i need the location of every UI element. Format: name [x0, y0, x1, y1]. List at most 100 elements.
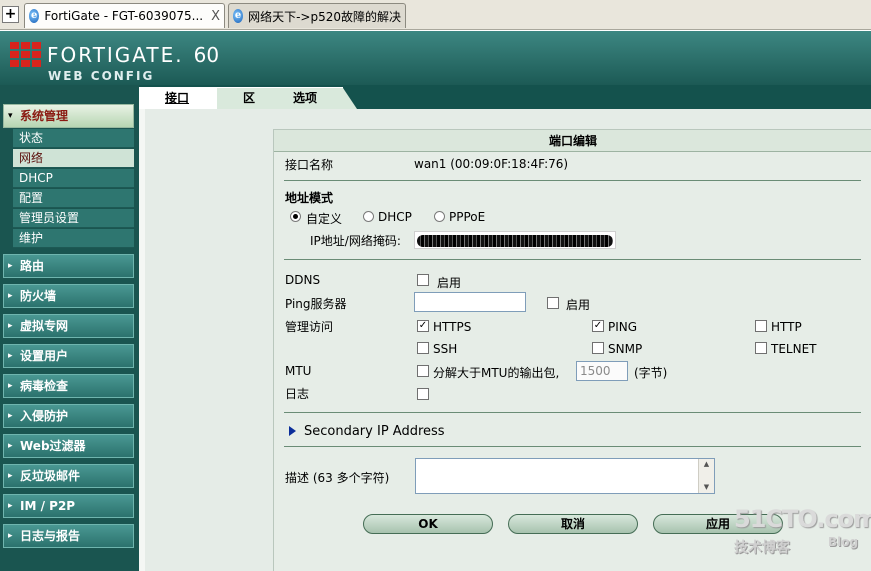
sidebar-section-router[interactable]: ▸ 路由 — [3, 254, 134, 278]
sidebar-item-maintenance[interactable]: 维护 — [13, 229, 134, 248]
ddns-enable-label: 启用 — [437, 276, 462, 290]
sidebar-section-label: 病毒检查 — [20, 379, 69, 393]
mode-dhcp-label: DHCP — [378, 210, 412, 224]
browser-tab-label: 网络天下->p520故障的解决 — [248, 9, 401, 24]
interface-name-value: wan1 (00:09:0F:18:4F:76) — [414, 157, 569, 171]
sidebar-section-label: 日志与报告 — [20, 529, 81, 543]
chevron-right-icon: ▸ — [8, 441, 13, 451]
tab-options[interactable]: 选项 — [267, 87, 357, 109]
ddns-checkbox[interactable] — [417, 274, 429, 286]
tab-interface[interactable]: 接口 — [139, 87, 231, 109]
watermark-blog: Blog — [828, 535, 859, 549]
ssh-checkbox[interactable] — [417, 342, 429, 354]
sidebar-item-admin[interactable]: 管理员设置 — [13, 209, 134, 228]
watermark-tagline: 技术博客 — [734, 540, 790, 556]
description-label: 描述 (63 多个字符) — [285, 471, 390, 485]
sidebar-section-user[interactable]: ▸ 设置用户 — [3, 344, 134, 368]
http-label: HTTP — [771, 320, 802, 334]
redacted-value — [417, 235, 613, 247]
sidebar-section-label: 路由 — [20, 259, 45, 273]
browser-tab-strip: + e FortiGate - FGT-6039075... X e 网络天下-… — [0, 0, 871, 30]
mtu-label: MTU — [285, 364, 312, 378]
ping-server-label: Ping服务器 — [285, 297, 347, 311]
scroll-down-icon[interactable]: ▼ — [699, 482, 714, 493]
fortigate-logo: FORTIGATE. 60 — [10, 42, 219, 67]
browser-tab-network[interactable]: e 网络天下->p520故障的解决 — [228, 3, 406, 28]
mode-pppoe-radio[interactable] — [434, 211, 445, 222]
secondary-ip-link[interactable]: Secondary IP Address — [304, 424, 445, 439]
textarea-scrollbar[interactable]: ▲ ▼ — [698, 459, 714, 493]
mode-manual-label: 自定义 — [306, 212, 343, 226]
chevron-right-icon: ▸ — [8, 501, 13, 511]
log-checkbox[interactable] — [417, 388, 429, 400]
mtu-checkbox[interactable] — [417, 365, 429, 377]
ddns-label: DDNS — [285, 273, 321, 287]
close-tab-icon[interactable]: X — [211, 9, 220, 24]
ping-enable-checkbox[interactable] — [547, 297, 559, 309]
browser-tab-label: FortiGate - FGT-6039075... — [44, 9, 204, 23]
divider — [284, 412, 861, 413]
ping-server-input[interactable] — [414, 292, 526, 312]
new-tab-button[interactable]: + — [2, 6, 19, 23]
sidebar: ▾ 系统管理 状态 网络 DHCP 配置 管理员设置 维护 ▸ 路由 ▸ 防火墙 ▸… — [0, 85, 139, 571]
ip-netmask-label: IP地址/网络掩码: — [310, 234, 401, 248]
sidebar-section-antispam[interactable]: ▸ 反垃圾邮件 — [3, 464, 134, 488]
sidebar-section-system[interactable]: ▾ 系统管理 — [3, 104, 134, 128]
chevron-right-icon: ▸ — [8, 351, 13, 361]
sidebar-section-ips[interactable]: ▸ 入侵防护 — [3, 404, 134, 428]
scroll-track[interactable] — [699, 470, 714, 482]
ie-page-icon: e — [29, 9, 40, 23]
sidebar-section-im-p2p[interactable]: ▸ IM / P2P — [3, 494, 134, 518]
browser-tab-fortigate[interactable]: e FortiGate - FGT-6039075... X — [24, 3, 225, 28]
mtu-input[interactable]: 1500 — [576, 361, 628, 381]
fortinet-grid-icon — [10, 42, 41, 67]
sidebar-section-label: 防火墙 — [20, 289, 57, 303]
log-label: 日志 — [285, 387, 310, 401]
sidebar-item-status[interactable]: 状态 — [13, 129, 134, 148]
sidebar-section-label: 入侵防护 — [20, 409, 69, 423]
sidebar-section-webfilter[interactable]: ▸ Web过滤器 — [3, 434, 134, 458]
telnet-label: TELNET — [771, 342, 817, 356]
sidebar-section-label: 虚拟专网 — [20, 319, 69, 333]
sidebar-section-label: IM / P2P — [20, 499, 76, 513]
ie-page-icon: e — [233, 9, 244, 23]
ping-enable-label: 启用 — [566, 298, 591, 312]
sidebar-section-label: 系统管理 — [20, 109, 69, 123]
ping-label: PING — [608, 320, 638, 334]
scroll-up-icon[interactable]: ▲ — [699, 459, 714, 470]
mode-manual-radio[interactable] — [290, 211, 301, 222]
sidebar-item-dhcp[interactable]: DHCP — [13, 169, 134, 188]
chevron-down-icon: ▾ — [8, 111, 13, 121]
sidebar-section-label: 设置用户 — [20, 349, 69, 363]
cancel-button[interactable]: 取消 — [508, 514, 638, 534]
http-checkbox[interactable] — [755, 320, 767, 332]
chevron-right-icon: ▸ — [8, 381, 13, 391]
sidebar-item-config[interactable]: 配置 — [13, 189, 134, 208]
watermark-site: 51CTO.com — [734, 505, 871, 533]
mtu-option-label: 分解大于MTU的输出包, — [433, 366, 560, 380]
divider — [284, 446, 861, 447]
snmp-checkbox[interactable] — [592, 342, 604, 354]
divider — [284, 180, 861, 181]
mode-dhcp-radio[interactable] — [363, 211, 374, 222]
expand-arrow-icon[interactable] — [289, 426, 296, 436]
chevron-right-icon: ▸ — [8, 291, 13, 301]
https-checkbox[interactable]: ✓ — [417, 320, 429, 332]
description-textarea[interactable]: ▲ ▼ — [415, 458, 715, 494]
chevron-right-icon: ▸ — [8, 411, 13, 421]
ping-checkbox[interactable]: ✓ — [592, 320, 604, 332]
sidebar-section-vpn[interactable]: ▸ 虚拟专网 — [3, 314, 134, 338]
telnet-checkbox[interactable] — [755, 342, 767, 354]
sidebar-section-firewall[interactable]: ▸ 防火墙 — [3, 284, 134, 308]
sidebar-section-log-report[interactable]: ▸ 日志与报告 — [3, 524, 134, 548]
ok-button[interactable]: OK — [363, 514, 493, 534]
content-tab-bar: 接口 区 选项 — [139, 85, 871, 109]
ip-netmask-input[interactable] — [414, 231, 616, 249]
divider — [284, 259, 861, 260]
mode-pppoe-label: PPPoE — [449, 210, 486, 224]
sidebar-section-antivirus[interactable]: ▸ 病毒检查 — [3, 374, 134, 398]
snmp-label: SNMP — [608, 342, 643, 356]
sidebar-item-network[interactable]: 网络 — [13, 149, 134, 168]
chevron-right-icon: ▸ — [8, 321, 13, 331]
app-header: FORTIGATE. 60 WEB CONFIG — [0, 31, 871, 85]
